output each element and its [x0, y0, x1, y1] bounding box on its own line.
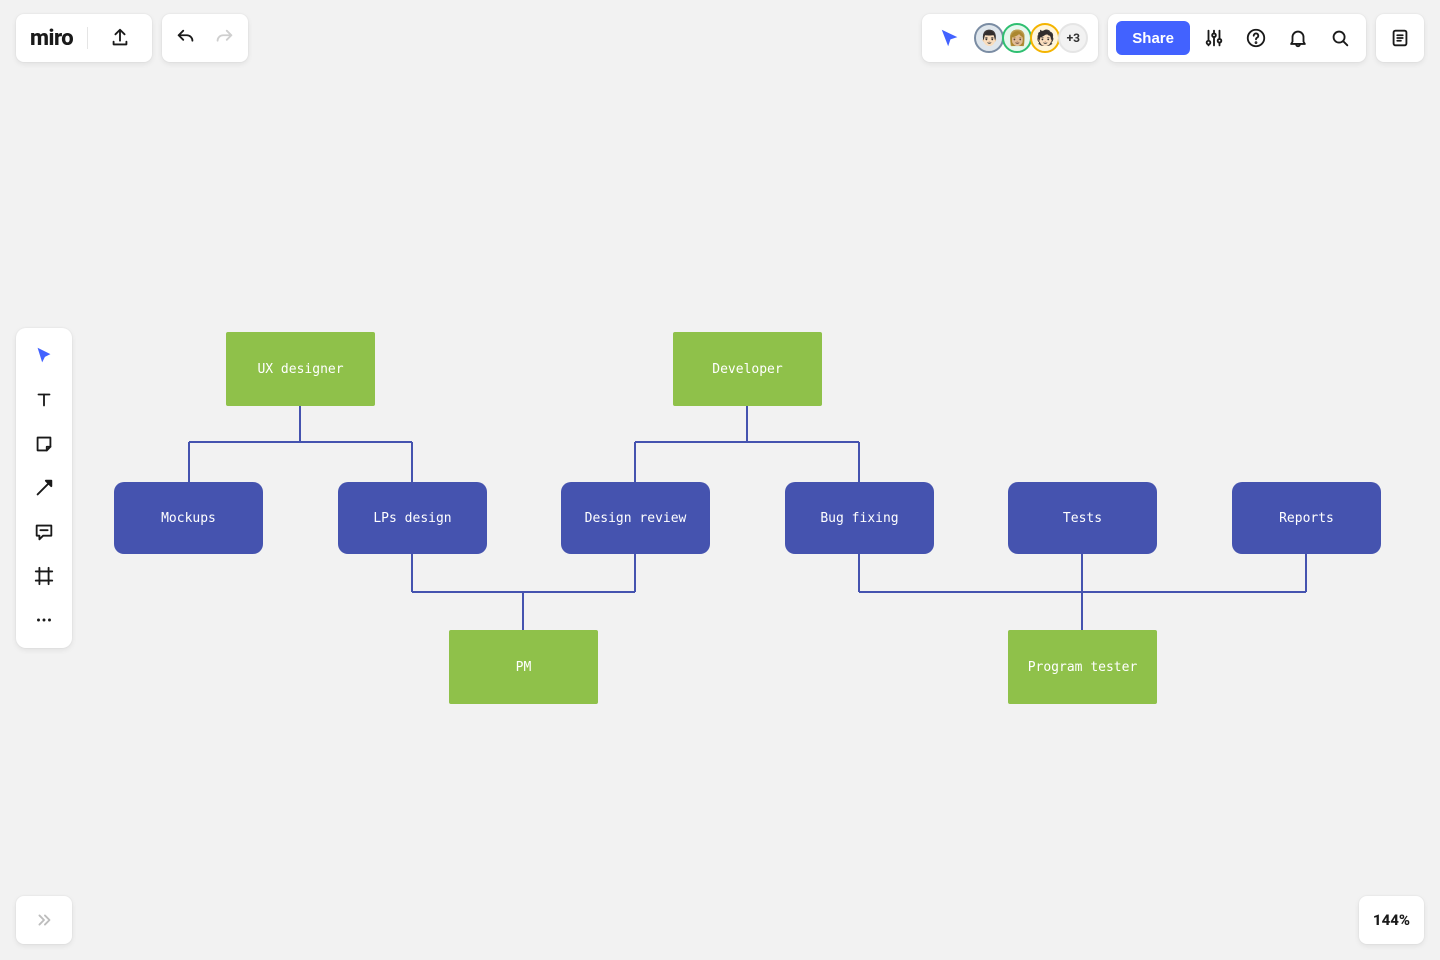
- upload-icon: [109, 27, 131, 49]
- app-logo: miro: [30, 26, 73, 51]
- comment-icon: [33, 521, 55, 543]
- search-button[interactable]: [1322, 20, 1358, 56]
- board-actions-panel: Share: [1108, 14, 1366, 62]
- node-role-pm[interactable]: PM: [449, 630, 598, 704]
- presence-cursors-button[interactable]: [932, 20, 968, 56]
- bell-icon: [1287, 27, 1309, 49]
- share-button[interactable]: Share: [1116, 21, 1190, 55]
- zoom-value: 144%: [1373, 911, 1410, 929]
- more-icon: [33, 609, 55, 631]
- sliders-icon: [1203, 27, 1225, 49]
- notifications-button[interactable]: [1280, 20, 1316, 56]
- chevrons-right-icon: [33, 909, 55, 931]
- tool-more[interactable]: [24, 600, 64, 640]
- node-task-tests[interactable]: Tests: [1008, 482, 1157, 554]
- avatar[interactable]: 👩🏼: [1002, 23, 1032, 53]
- cursor-filled-icon: [939, 27, 961, 49]
- node-role-developer[interactable]: Developer: [673, 332, 822, 406]
- node-task-bug-fixing[interactable]: Bug fixing: [785, 482, 934, 554]
- tool-frame[interactable]: [24, 556, 64, 596]
- board-canvas[interactable]: UX designer Developer PM Program tester …: [0, 0, 1440, 960]
- frame-icon: [33, 565, 55, 587]
- node-role-ux-designer[interactable]: UX designer: [226, 332, 375, 406]
- zoom-indicator[interactable]: 144%: [1359, 896, 1424, 944]
- tools-toolbar: [16, 328, 72, 648]
- avatar[interactable]: 👨🏻: [974, 23, 1004, 53]
- expand-toolbar-button[interactable]: [16, 896, 72, 944]
- arrow-icon: [33, 477, 55, 499]
- undo-icon: [175, 27, 197, 49]
- tool-text[interactable]: [24, 380, 64, 420]
- help-button[interactable]: [1238, 20, 1274, 56]
- notes-icon: [1389, 27, 1411, 49]
- collaborators-panel: 👨🏻 👩🏼 🧑🏻 +3: [922, 14, 1098, 62]
- node-role-program-tester[interactable]: Program tester: [1008, 630, 1157, 704]
- history-controls: [162, 14, 248, 62]
- pointer-icon: [33, 345, 55, 367]
- node-task-lps-design[interactable]: LPs design: [338, 482, 487, 554]
- avatar-stack[interactable]: 👨🏻 👩🏼 🧑🏻 +3: [976, 23, 1088, 53]
- avatar[interactable]: 🧑🏻: [1030, 23, 1060, 53]
- avatar-overflow[interactable]: +3: [1058, 23, 1088, 53]
- notes-button[interactable]: [1376, 14, 1424, 62]
- tool-select[interactable]: [24, 336, 64, 376]
- export-button[interactable]: [102, 20, 138, 56]
- node-task-reports[interactable]: Reports: [1232, 482, 1381, 554]
- node-task-mockups[interactable]: Mockups: [114, 482, 263, 554]
- connectors-layer: [0, 0, 1440, 960]
- board-menu[interactable]: miro: [16, 14, 152, 62]
- search-icon: [1329, 27, 1351, 49]
- tool-sticky-note[interactable]: [24, 424, 64, 464]
- redo-button[interactable]: [206, 20, 242, 56]
- divider: [87, 27, 88, 49]
- settings-button[interactable]: [1196, 20, 1232, 56]
- redo-icon: [213, 27, 235, 49]
- node-task-design-review[interactable]: Design review: [561, 482, 710, 554]
- sticky-note-icon: [33, 433, 55, 455]
- undo-button[interactable]: [168, 20, 204, 56]
- text-icon: [33, 389, 55, 411]
- help-icon: [1245, 27, 1267, 49]
- tool-comment[interactable]: [24, 512, 64, 552]
- tool-connection-line[interactable]: [24, 468, 64, 508]
